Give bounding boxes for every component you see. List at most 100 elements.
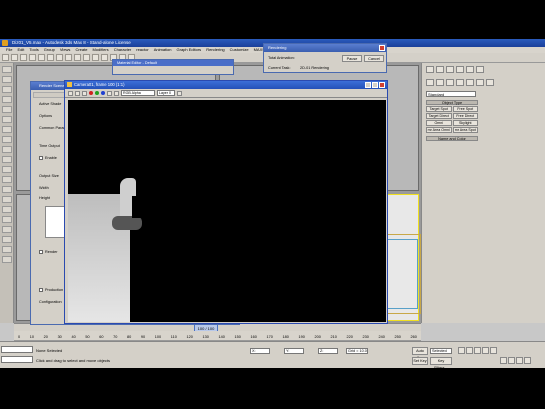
maxscript-listener[interactable] <box>1 346 33 353</box>
blue-channel-icon[interactable] <box>101 91 105 95</box>
tool-button-icon[interactable] <box>2 76 12 83</box>
key-mode-select[interactable]: Selected <box>430 348 452 354</box>
maximize-icon[interactable] <box>372 82 378 88</box>
tool-button-icon[interactable] <box>2 206 12 213</box>
clear-icon[interactable] <box>82 90 87 96</box>
go-to-start-icon[interactable] <box>458 347 465 354</box>
red-channel-icon[interactable] <box>89 91 93 95</box>
orbit-icon[interactable] <box>516 357 523 364</box>
next-frame-icon[interactable] <box>482 347 489 354</box>
close-icon[interactable] <box>379 45 385 51</box>
tool-button-icon[interactable] <box>2 156 12 163</box>
motion-tab-icon[interactable] <box>456 66 464 73</box>
track-bar[interactable]: 0 10 20 30 40 50 60 70 80 90 100 110 120… <box>14 331 421 341</box>
tool-button-icon[interactable] <box>2 166 12 173</box>
pause-button[interactable]: Pause <box>342 55 362 62</box>
tool-button-icon[interactable] <box>2 236 12 243</box>
align-icon[interactable] <box>101 54 108 61</box>
skylight-button[interactable]: Skylight <box>452 120 478 126</box>
tool-button-icon[interactable] <box>2 66 12 73</box>
tool-button-icon[interactable] <box>2 96 12 103</box>
undo-icon[interactable] <box>2 54 9 61</box>
target-spot-button[interactable]: Target Spot <box>426 106 452 112</box>
tool-button-icon[interactable] <box>2 226 12 233</box>
production-row[interactable]: Production <box>39 288 63 292</box>
alpha-channel-icon[interactable] <box>107 90 112 96</box>
clone-window-icon[interactable] <box>75 90 80 96</box>
minimize-icon[interactable] <box>365 82 371 88</box>
bind-icon[interactable] <box>38 54 45 61</box>
move-icon[interactable] <box>65 54 72 61</box>
coord-z-field[interactable]: Z: <box>318 348 338 354</box>
systems-icon[interactable] <box>486 79 494 86</box>
tool-button-icon[interactable] <box>2 136 12 143</box>
tool-button-icon[interactable] <box>2 146 12 153</box>
monochrome-icon[interactable] <box>114 90 119 96</box>
render-canvas[interactable] <box>68 100 386 322</box>
hierarchy-tab-icon[interactable] <box>446 66 454 73</box>
mr-area-spot-button[interactable]: mr Area Spot <box>452 127 478 133</box>
play-icon[interactable] <box>474 347 481 354</box>
tool-button-icon[interactable] <box>2 126 12 133</box>
omni-button[interactable]: Omni <box>426 120 452 126</box>
zoom-icon[interactable] <box>500 357 507 364</box>
select-by-name-icon[interactable] <box>56 54 63 61</box>
tool-button-icon[interactable] <box>2 196 12 203</box>
tool-button-icon[interactable] <box>2 216 12 223</box>
geometry-icon[interactable] <box>426 79 434 86</box>
enable-checkbox-row[interactable]: Enable <box>39 156 57 160</box>
helpers-icon[interactable] <box>466 79 474 86</box>
previous-frame-icon[interactable] <box>466 347 473 354</box>
pan-icon[interactable] <box>508 357 515 364</box>
rotate-icon[interactable] <box>74 54 81 61</box>
status-bar: None Selected Click and drag to select a… <box>0 341 545 368</box>
lights-icon[interactable] <box>446 79 454 86</box>
tool-button-icon[interactable] <box>2 186 12 193</box>
channel-select[interactable]: RGB Alpha <box>121 90 155 96</box>
select-icon[interactable] <box>47 54 54 61</box>
free-direct-button[interactable]: Free Direct <box>452 113 478 119</box>
cameras-icon[interactable] <box>456 79 464 86</box>
redo-icon[interactable] <box>11 54 18 61</box>
name-color-rollout[interactable]: Name and Color <box>426 136 478 141</box>
spacewarps-icon[interactable] <box>476 79 484 86</box>
category-dropdown[interactable]: Standard <box>426 91 476 97</box>
render-button-row[interactable]: Render <box>39 250 57 254</box>
production-radio[interactable] <box>39 288 43 292</box>
maxscript-listener-output[interactable] <box>1 356 33 363</box>
cancel-button[interactable]: Cancel <box>364 55 384 62</box>
tool-button-icon[interactable] <box>2 256 12 263</box>
auto-key-button[interactable]: Auto Key <box>412 347 428 360</box>
scale-icon[interactable] <box>83 54 90 61</box>
close-icon[interactable] <box>379 82 385 88</box>
render-option-checkbox[interactable] <box>39 250 43 254</box>
set-key-button[interactable]: Set Key <box>412 357 428 365</box>
free-spot-button[interactable]: Free Spot <box>452 106 478 112</box>
object-type-rollout[interactable]: Object Type <box>426 100 478 105</box>
green-channel-icon[interactable] <box>95 91 99 95</box>
target-direct-button[interactable]: Target Direct <box>426 113 452 119</box>
enable-checkbox[interactable] <box>39 156 43 160</box>
mr-area-omni-button[interactable]: mr Area Omni <box>426 127 452 133</box>
layer-select[interactable]: Layer 0 <box>157 90 175 96</box>
create-tab-icon[interactable] <box>426 66 434 73</box>
tool-button-icon[interactable] <box>2 246 12 253</box>
tool-button-icon[interactable] <box>2 86 12 93</box>
key-filters-button[interactable]: Key Filters... <box>430 357 452 368</box>
shapes-icon[interactable] <box>436 79 444 86</box>
tool-button-icon[interactable] <box>2 116 12 123</box>
link-icon[interactable] <box>20 54 27 61</box>
modify-tab-icon[interactable] <box>436 66 444 73</box>
utilities-tab-icon[interactable] <box>476 66 484 73</box>
mirror-icon[interactable] <box>92 54 99 61</box>
display-tab-icon[interactable] <box>466 66 474 73</box>
go-to-end-icon[interactable] <box>490 347 497 354</box>
color-swatch-icon[interactable] <box>177 90 182 96</box>
coord-x-field[interactable]: X: <box>250 348 270 354</box>
tool-button-icon[interactable] <box>2 176 12 183</box>
unlink-icon[interactable] <box>29 54 36 61</box>
save-image-icon[interactable] <box>68 90 73 96</box>
coord-y-field[interactable]: Y: <box>284 348 304 354</box>
maximize-viewport-icon[interactable] <box>524 357 531 364</box>
tool-button-icon[interactable] <box>2 106 12 113</box>
